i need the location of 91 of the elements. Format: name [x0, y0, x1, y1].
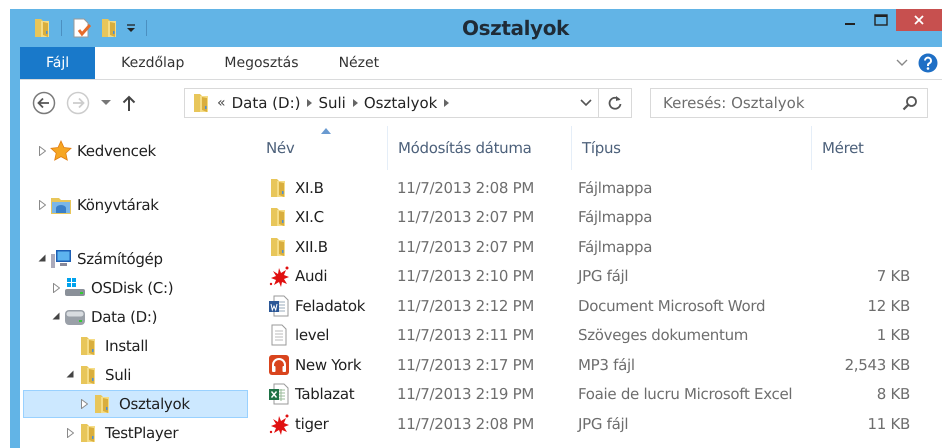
tree-item[interactable]: Install	[23, 332, 248, 360]
size-cell-text: 12 KB	[866, 296, 910, 317]
size-cell-text: 1 KB	[876, 325, 910, 346]
headphones-icon	[268, 354, 290, 376]
type-cell-text: JPG fájl	[576, 414, 630, 435]
collapse-arrow-icon[interactable]	[38, 254, 46, 262]
address-bar[interactable]: « Data (D:) Suli Osztalyok	[184, 88, 632, 118]
date-cell-text: 11/7/2013 2:12 PM	[396, 296, 536, 317]
type-cell-text: Fájlmappa	[577, 207, 654, 228]
expand-arrow-icon[interactable]	[38, 146, 46, 156]
type-cell-text: Fájlmappa	[577, 236, 654, 258]
date-cell-text: 11/7/2013 2:08 PM	[396, 178, 536, 199]
help-icon[interactable]	[918, 53, 938, 73]
file-name[interactable]: XI.C	[250, 202, 388, 232]
date-cell-text: 11/7/2013 2:08 PM	[396, 414, 536, 435]
type-cell-text: Szöveges dokumentum	[577, 325, 750, 346]
date-cell-text: 11/7/2013 2:07 PM	[396, 207, 536, 228]
breadcrumb[interactable]: Osztalyok	[364, 94, 438, 112]
date-cell-text: 11/7/2013 2:10 PM	[396, 266, 536, 288]
breadcrumb[interactable]: Suli	[318, 94, 346, 112]
tree-item[interactable]: TestPlayer	[23, 419, 248, 446]
size-cell-text: 7 KB	[876, 266, 910, 288]
breadcrumb-arrow-icon[interactable]	[352, 99, 358, 107]
date-cell-text: 11/7/2013 2:19 PM	[396, 384, 536, 406]
breadcrumb-arrow-icon[interactable]	[306, 99, 312, 107]
size-cell-text: 2,543 KB	[844, 354, 910, 376]
file-name[interactable]: Audi	[250, 262, 388, 291]
expand-arrow-icon[interactable]	[52, 283, 60, 293]
up-arrow-icon[interactable]	[122, 94, 136, 112]
breadcrumb-arrow-icon[interactable]	[443, 99, 450, 107]
date-cell-text: 11/7/2013 2:11 PM	[396, 325, 536, 346]
tree-item[interactable]: Data (D:)	[23, 303, 248, 331]
file-name[interactable]: level	[250, 320, 388, 350]
expand-arrow-icon[interactable]	[66, 428, 74, 438]
file-name[interactable]: Feladatok	[250, 291, 388, 320]
column-header[interactable]: Név	[250, 126, 388, 170]
type-cell-text: Document Microsoft Word	[577, 296, 766, 317]
column-header[interactable]: Típus	[572, 126, 812, 170]
search-icon	[902, 95, 918, 111]
back-icon[interactable]	[32, 91, 56, 115]
dropdown-icon[interactable]	[125, 22, 137, 34]
spreadsheet-icon	[268, 383, 290, 406]
file-name[interactable]: XII.B	[250, 232, 388, 262]
file-name[interactable]: New York	[250, 350, 388, 380]
tree-item[interactable]: OSDisk (C:)	[23, 274, 248, 302]
breadcrumb[interactable]: Data (D:)	[232, 94, 300, 112]
column-header[interactable]: Módosítás dátuma	[388, 126, 572, 170]
tree-item[interactable]: Osztalyok	[23, 390, 248, 418]
type-cell-text: Foaie de lucru Microsoft Excel	[577, 384, 794, 406]
tree-item[interactable]: Számítógép	[23, 245, 248, 273]
date-cell-text: 11/7/2013 2:07 PM	[396, 236, 536, 258]
type-cell-text: Fájlmappa	[577, 178, 654, 199]
file-name[interactable]: XI.B	[250, 173, 388, 202]
collapse-arrow-icon[interactable]	[66, 370, 74, 378]
word-document-icon	[268, 294, 290, 317]
window-title: Osztalyok	[462, 16, 570, 40]
properties-icon[interactable]	[71, 17, 93, 39]
tree-item[interactable]: Kedvencek	[23, 137, 248, 165]
tree-item[interactable]: Suli	[23, 361, 248, 389]
close-icon	[913, 14, 925, 26]
tree-item[interactable]: Könyvtárak	[23, 191, 248, 219]
dropdown-icon[interactable]	[100, 99, 112, 107]
type-cell-text: JPG fájl	[576, 266, 630, 288]
splash-icon	[268, 412, 290, 435]
date-cell-text: 11/7/2013 2:17 PM	[396, 354, 536, 376]
ribbon-tab[interactable]: Nézet	[318, 47, 400, 79]
collapse-arrow-icon[interactable]	[52, 312, 60, 320]
search-field[interactable]: Keresés: Osztalyok	[650, 88, 928, 118]
ribbon-tab[interactable]: Kezdőlap	[101, 47, 204, 79]
chevron-down-icon[interactable]	[580, 99, 592, 107]
file-menu-button[interactable]: Fájl	[20, 47, 96, 79]
column-header[interactable]: Méret	[812, 126, 910, 170]
size-cell-text: 8 KB	[876, 384, 910, 406]
chevron-down-icon[interactable]	[896, 59, 908, 67]
minimize-icon	[844, 23, 854, 25]
size-cell-text: 11 KB	[866, 414, 910, 435]
star-icon	[50, 140, 72, 162]
file-name[interactable]: Tablazat	[250, 380, 388, 409]
type-cell-text: MP3 fájl	[577, 354, 636, 376]
folder-icon	[191, 92, 211, 114]
expand-arrow-icon[interactable]	[38, 200, 46, 210]
close-button[interactable]	[896, 9, 942, 31]
splash-icon	[268, 265, 290, 288]
computer-icon	[50, 248, 72, 270]
ribbon-tab[interactable]: Megosztás	[204, 47, 319, 79]
overflow-chevron[interactable]: «	[217, 95, 226, 111]
refresh-icon	[608, 95, 622, 111]
file-name[interactable]: tiger	[250, 409, 388, 438]
expand-arrow-icon[interactable]	[80, 399, 88, 409]
drive-icon	[64, 277, 86, 299]
maximize-icon	[874, 14, 888, 26]
